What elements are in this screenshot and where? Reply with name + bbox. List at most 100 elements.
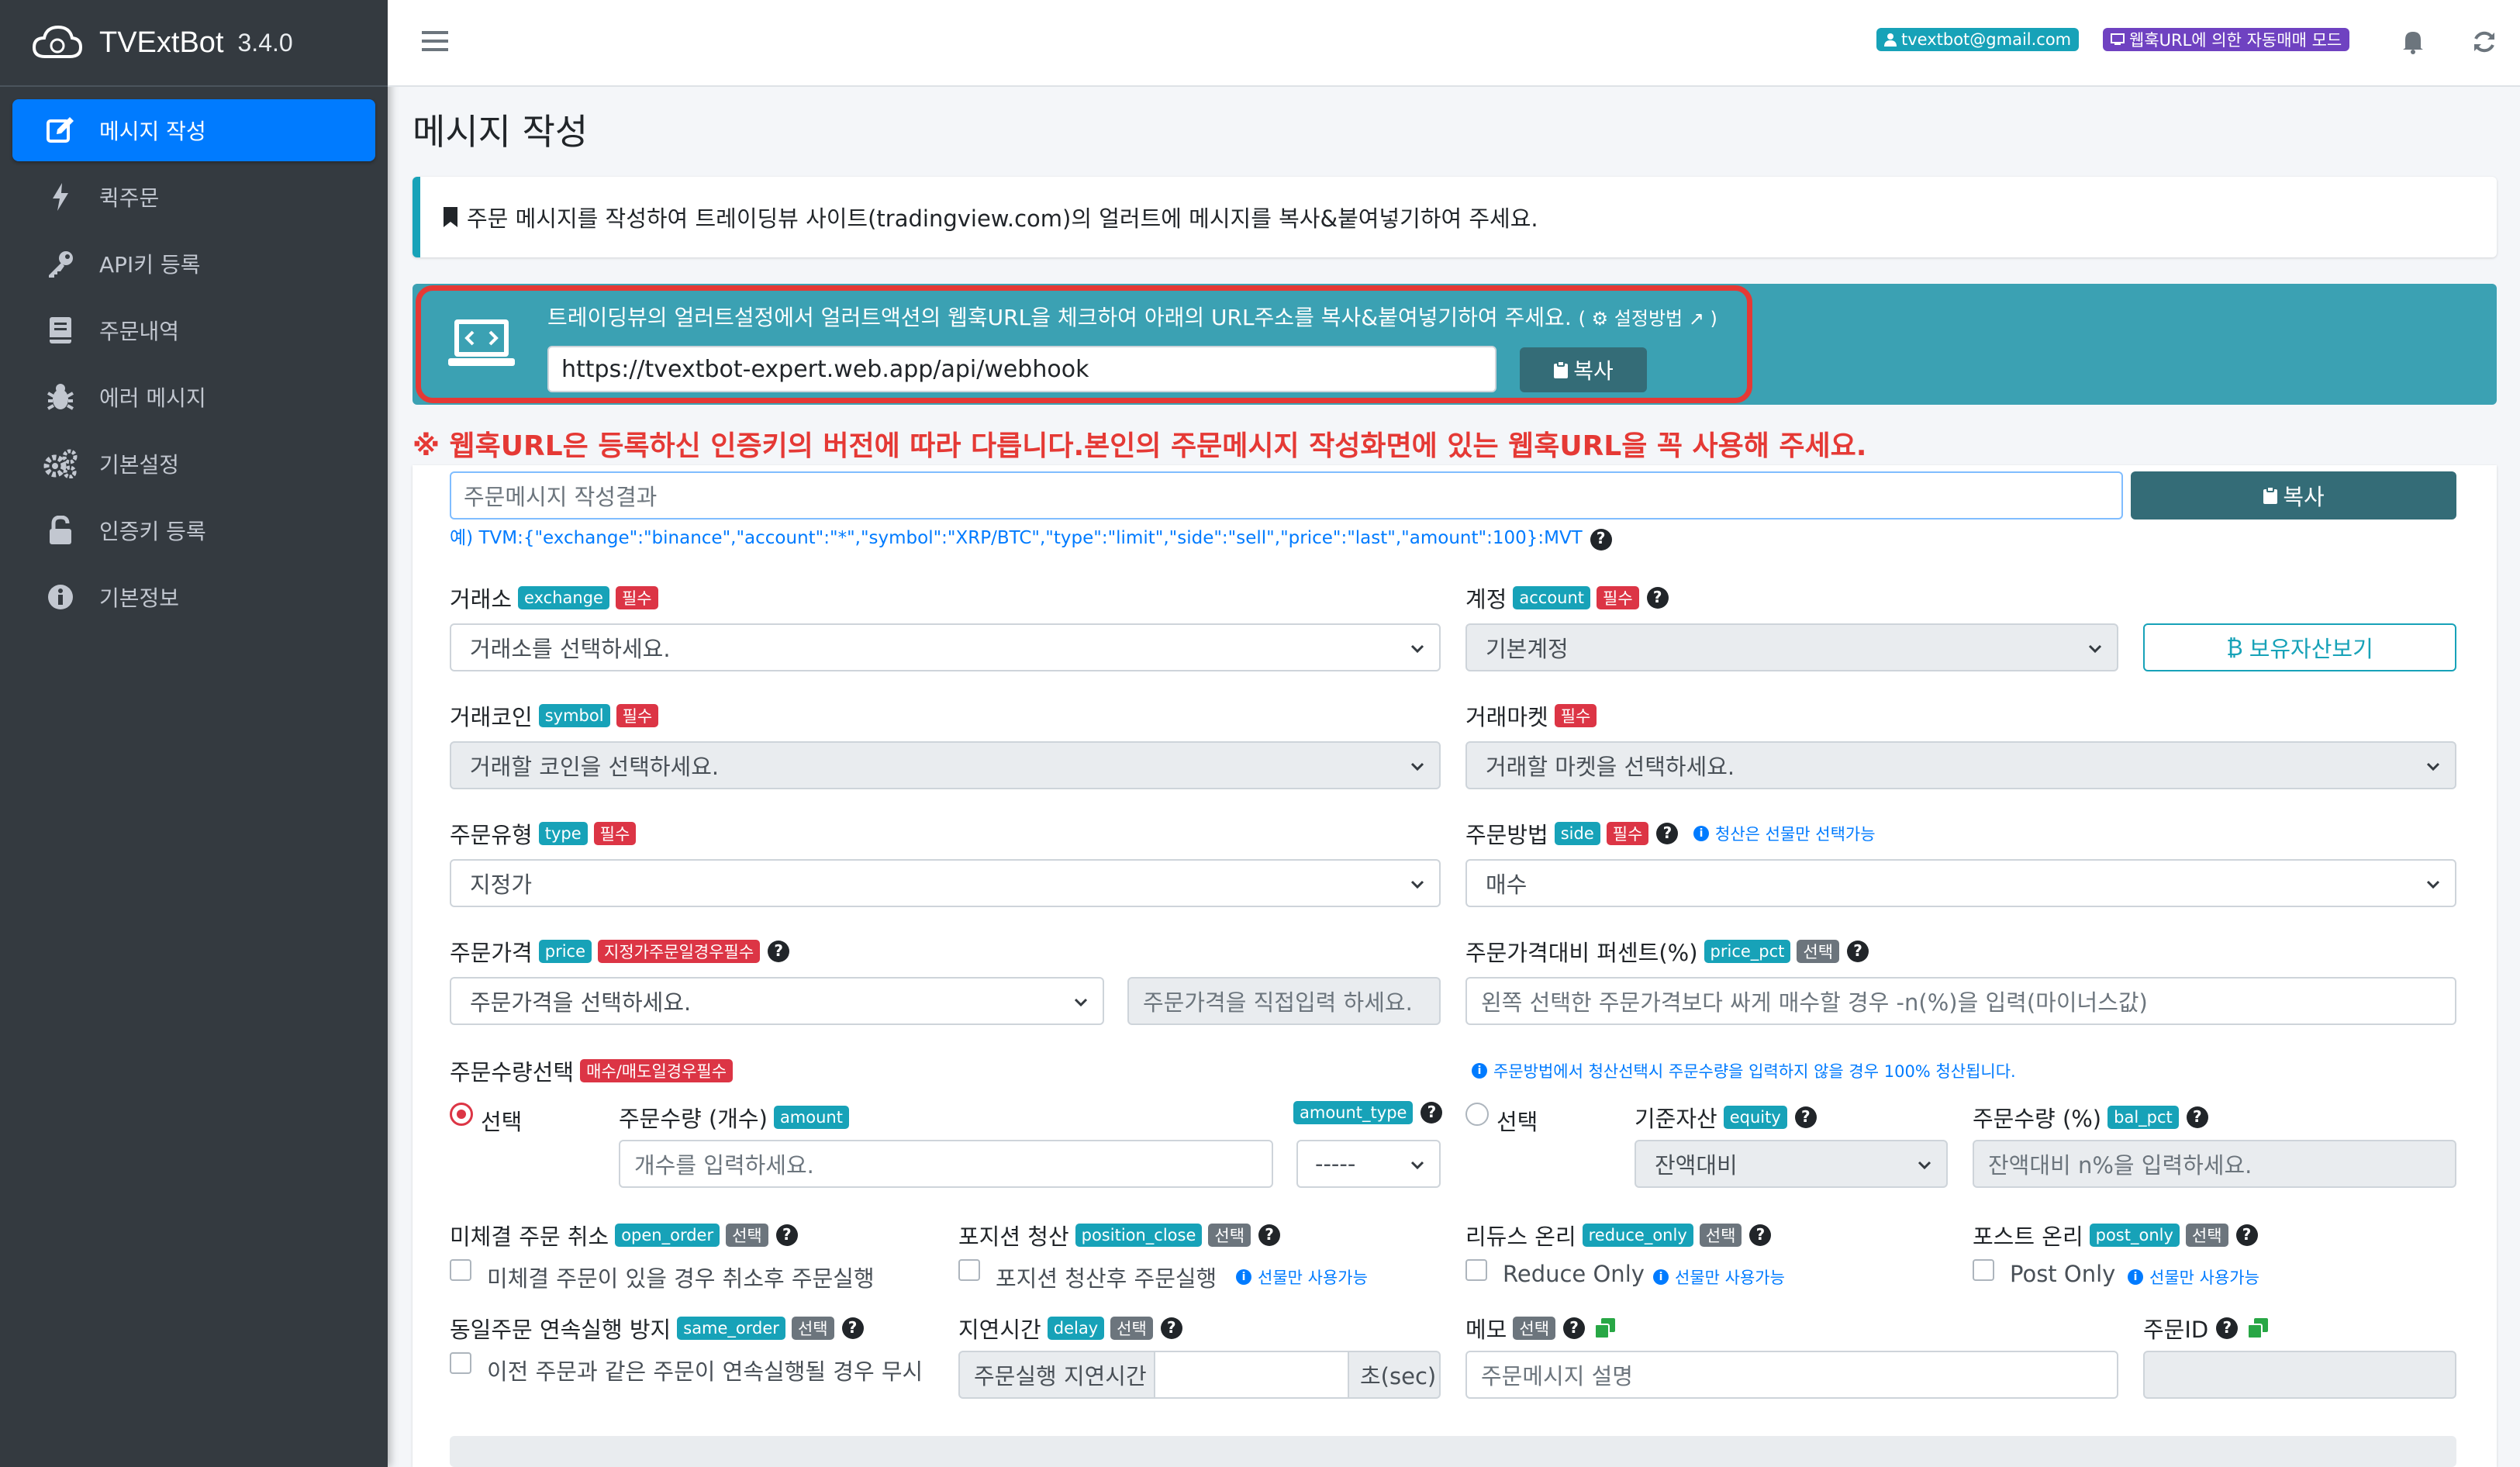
select-value: 잔액대비 [1655, 1152, 1738, 1179]
external-link-icon: ↗ [1688, 308, 1704, 330]
delay-label: 지연시간 delay 선택? [958, 1312, 1182, 1344]
help-icon[interactable]: ? [768, 941, 790, 962]
callout-text: 주문 메시지를 작성하여 트레이딩뷰 사이트(tradingview.com)의… [467, 205, 1538, 232]
key-badge: symbol [538, 704, 610, 727]
sidebar-item-order-history[interactable]: 주문내역 [12, 299, 375, 361]
delay-suffix: 초(sec) [1348, 1351, 1441, 1399]
help-icon[interactable]: ? [775, 1224, 798, 1246]
delay-input[interactable] [1154, 1351, 1349, 1399]
copy-result-button[interactable]: 복사 [2131, 471, 2456, 519]
price-pct-input[interactable]: 왼쪽 선택한 주문가격보다 싸게 매수할 경우 -n(%)을 입력(마이너스값) [1465, 977, 2456, 1025]
example-message: 예) TVM:{"exchange":"binance","account":"… [450, 523, 1612, 551]
copy-icon[interactable] [2247, 1317, 2269, 1339]
info-icon [43, 580, 78, 614]
qty-pct-radio[interactable] [1465, 1103, 1489, 1126]
sidebar: TVExtBot 3.4.0 메시지 작성 퀵주문 API키 등록 주문내역 에… [0, 0, 388, 1467]
open-order-checkbox[interactable] [450, 1259, 471, 1281]
sidebar-item-message[interactable]: 메시지 작성 [12, 99, 375, 161]
key-badge: account [1513, 586, 1591, 609]
help-icon[interactable]: ? [2216, 1317, 2239, 1339]
help-icon[interactable]: ? [1590, 528, 1612, 551]
help-icon[interactable]: ? [1847, 941, 1869, 962]
help-icon[interactable]: ? [1563, 1317, 1586, 1339]
account-select[interactable]: 기본계정 [1465, 623, 2118, 671]
bolt-icon [43, 180, 78, 214]
webhook-url-field[interactable]: https://tvextbot-expert.web.app/api/webh… [547, 346, 1496, 392]
order-id-input[interactable] [2143, 1351, 2456, 1399]
price-select[interactable]: 주문가격을 선택하세요. [450, 977, 1104, 1025]
note-text: 선물만 사용가능 [2149, 1269, 2259, 1287]
key-badge: exchange [518, 586, 609, 609]
help-icon[interactable]: ? [1160, 1317, 1182, 1339]
webhook-instruction: 트레이딩뷰의 얼러트설정에서 얼러트액션의 웹훅URL을 체크하여 아래의 UR… [547, 301, 1717, 332]
sidebar-item-label: 주문내역 [99, 319, 180, 344]
label-text: 포스트 온리 [1973, 1224, 2083, 1250]
help-icon[interactable]: ? [2186, 1106, 2208, 1128]
user-email: tvextbot@gmail.com [1901, 30, 2072, 49]
label-text: 거래소 [450, 586, 513, 613]
sidebar-item-auth-key[interactable]: 인증키 등록 [12, 499, 375, 561]
memo-input[interactable]: 주문메시지 설명 [1465, 1351, 2118, 1399]
user-email-badge[interactable]: tvextbot@gmail.com [1876, 28, 2080, 51]
reduce-only-checkbox[interactable] [1465, 1259, 1487, 1281]
view-assets-button[interactable]: ₿ 보유자산보기 [2143, 623, 2456, 671]
chevron-down-icon [1074, 998, 1088, 1007]
post-only-checkbox[interactable] [1973, 1259, 1994, 1281]
mode-badge: 웹훅URL에 의한 자동매매 모드 [2103, 28, 2350, 51]
copy-webhook-button[interactable]: 복사 [1520, 347, 1647, 392]
sidebar-item-quick-order[interactable]: 퀵주문 [12, 166, 375, 228]
brand[interactable]: TVExtBot 3.4.0 [0, 0, 388, 87]
sidebar-item-info[interactable]: 기본정보 [12, 566, 375, 628]
sidebar-item-label: API키 등록 [99, 252, 201, 278]
sidebar-item-api-key[interactable]: API키 등록 [12, 233, 375, 295]
bell-icon[interactable] [2401, 28, 2425, 54]
type-select[interactable]: 지정가 [450, 859, 1441, 907]
label-text: 주문수량 (%) [1973, 1106, 2102, 1132]
key-badge: amount_type [1293, 1101, 1414, 1124]
hamburger-menu-icon[interactable] [422, 29, 448, 53]
symbol-select[interactable]: 거래할 코인을 선택하세요. [450, 741, 1441, 789]
bug-icon [43, 380, 78, 414]
info-callout: 주문 메시지를 작성하여 트레이딩뷰 사이트(tradingview.com)의… [413, 177, 2497, 257]
setup-guide-link[interactable]: ( ⚙ 설정방법 ↗ ) [1579, 308, 1717, 330]
required-badge: 필수 [616, 704, 659, 727]
help-icon[interactable]: ? [1749, 1224, 1772, 1246]
bal-pct-input[interactable]: 잔액대비 n%을 입력하세요. [1973, 1140, 2456, 1188]
help-icon[interactable]: ? [1656, 823, 1679, 844]
help-icon[interactable]: ? [841, 1317, 864, 1339]
bitcoin-icon: ₿ [2226, 633, 2243, 661]
market-select[interactable]: 거래할 마켓을 선택하세요. [1465, 741, 2456, 789]
exchange-select[interactable]: 거래소를 선택하세요. [450, 623, 1441, 671]
required-badge: 필수 [1606, 822, 1649, 845]
result-message-field[interactable]: 주문메시지 작성결과 [450, 471, 2123, 519]
help-icon[interactable]: ? [1421, 1102, 1443, 1124]
note-text: 선물만 사용가능 [1258, 1269, 1368, 1287]
refresh-icon[interactable] [2472, 29, 2497, 54]
amount-type-select[interactable]: ----- [1296, 1140, 1441, 1188]
order-id-label: 주문ID? [2143, 1312, 2269, 1344]
same-order-checkbox[interactable] [450, 1352, 471, 1374]
help-icon[interactable]: ? [1794, 1106, 1817, 1128]
cloud-logo-icon [32, 25, 83, 58]
side-select[interactable]: 매수 [1465, 859, 2456, 907]
position-close-checkbox[interactable] [958, 1259, 980, 1281]
amount-input[interactable]: 개수를 입력하세요. [619, 1140, 1273, 1188]
help-icon[interactable]: ? [2235, 1224, 2258, 1246]
sidebar-item-settings[interactable]: 기본설정 [12, 433, 375, 495]
checkbox-label: Post Only [2010, 1261, 2116, 1287]
webhook-instruction-text: 트레이딩뷰의 얼러트설정에서 얼러트액션의 웹훅URL을 체크하여 아래의 UR… [547, 305, 1572, 330]
label-text: 미체결 주문 취소 [450, 1224, 609, 1250]
help-icon[interactable]: ? [1258, 1224, 1281, 1246]
edit-icon [43, 113, 78, 147]
optional-badge: 선택 [1208, 1224, 1251, 1247]
qty-count-radio[interactable] [450, 1103, 473, 1126]
sidebar-item-error-message[interactable]: 에러 메시지 [12, 366, 375, 428]
key-badge: bal_pct [2107, 1106, 2179, 1129]
button-label: 보유자산보기 [2249, 636, 2373, 662]
price-direct-input[interactable]: 주문가격을 직접입력 하세요. [1127, 977, 1441, 1025]
help-icon[interactable]: ? [1646, 587, 1669, 609]
key-badge: amount [773, 1106, 849, 1129]
copy-icon[interactable] [1594, 1317, 1616, 1339]
equity-select[interactable]: 잔액대비 [1635, 1140, 1948, 1188]
info-circle-icon: i [1693, 826, 1709, 841]
